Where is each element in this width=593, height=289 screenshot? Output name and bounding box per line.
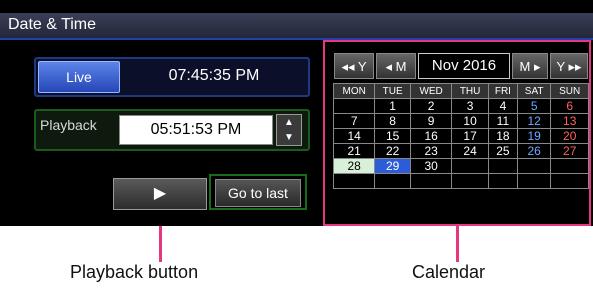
spin-down-icon[interactable]: ▼ [277,130,301,145]
calendar-empty-cell [516,173,552,189]
next-year-button[interactable]: Y ▸▸ [550,53,588,79]
calendar-week-row: 28 29 30 [332,158,589,174]
calendar-day-7[interactable]: 7 [332,113,376,129]
calendar-nav: ◂◂ Y ◂ M Nov 2016 M ▸ Y ▸▸ [334,53,588,79]
calendar-day-9[interactable]: 9 [409,113,453,129]
prev-month-button[interactable]: ◂ M [376,53,416,79]
calendar-empty-cell [451,158,489,174]
calendar-day-17[interactable]: 17 [451,128,489,144]
calendar-day-21[interactable]: 21 [332,143,376,159]
calendar-day-1[interactable]: 1 [374,98,411,114]
calendar-grid: MON TUE WED THU FRI SAT SUN 1 2 3 4 5 6 7 8 9 10 11 12 13 1… [332,83,589,189]
weekday-mon: MON [332,83,376,99]
calendar-empty-cell [409,173,453,189]
calendar-empty-cell [374,173,411,189]
weekday-header: MON TUE WED THU FRI SAT SUN [332,83,589,99]
calendar-day-5[interactable]: 5 [516,98,552,114]
calendar-week-row [332,173,589,189]
live-time-display: 07:45:35 PM [168,67,260,84]
calendar-day-19[interactable]: 19 [516,128,552,144]
calendar-day-11[interactable]: 11 [487,113,518,129]
window-title: Date & Time [8,16,97,33]
time-spinner[interactable]: ▲ ▼ [276,114,302,146]
calendar-day-29[interactable]: 29 [374,158,411,174]
calendar-day-24[interactable]: 24 [451,143,489,159]
calendar-day-3[interactable]: 3 [451,98,489,114]
calendar-day-15[interactable]: 15 [374,128,411,144]
calendar-day-18[interactable]: 18 [487,128,518,144]
date-time-panel: Date & Time Live 07:45:35 PM Playback 05… [0,0,593,226]
playback-leader-line [159,226,162,262]
calendar-day-25[interactable]: 25 [487,143,518,159]
calendar-day-28[interactable]: 28 [332,158,376,174]
calendar-week-row: 7 8 9 10 11 12 13 [332,113,589,129]
calendar-day-12[interactable]: 12 [516,113,552,129]
calendar-week-row: 123456 [332,98,589,114]
weekday-fri: FRI [487,83,518,99]
calendar-empty-cell [451,173,489,189]
calendar-empty-cell [332,173,376,189]
playback-play-button[interactable]: ▶ [113,178,207,210]
weekday-sun: SUN [550,83,589,99]
spin-up-icon[interactable]: ▲ [277,115,301,130]
calendar-leader-line [456,226,459,262]
calendar-day-23[interactable]: 23 [409,143,453,159]
weekday-thu: THU [451,83,489,99]
calendar-caption: Calendar [412,262,486,282]
calendar-week-row: 21 22 23 24 25 26 27 [332,143,589,159]
calendar-day-8[interactable]: 8 [374,113,411,129]
playback-label: Playback [40,117,97,133]
play-icon: ▶ [153,185,167,202]
calendar-day-27[interactable]: 27 [550,143,589,159]
live-button[interactable]: Live [38,61,120,93]
calendar-empty-cell [550,158,589,174]
playback-time-input[interactable]: 05:51:53 PM [119,115,273,145]
calendar-empty-cell [332,98,376,114]
prev-year-button[interactable]: ◂◂ Y [334,53,374,79]
calendar-day-20[interactable]: 20 [550,128,589,144]
calendar-empty-cell [487,173,518,189]
live-row: Live 07:45:35 PM [34,57,310,97]
next-month-button[interactable]: M ▸ [512,53,548,79]
weekday-wed: WED [409,83,453,99]
calendar-day-6[interactable]: 6 [550,98,589,114]
calendar-day-26[interactable]: 26 [516,143,552,159]
playback-row: Playback 05:51:53 PM ▲ ▼ [34,109,310,151]
calendar-day-14[interactable]: 14 [332,128,376,144]
calendar-day-2[interactable]: 2 [409,98,453,114]
title-bar: Date & Time [0,13,593,40]
calendar-empty-cell [550,173,589,189]
month-year-display: Nov 2016 [418,53,510,79]
calendar-day-13[interactable]: 13 [550,113,589,129]
calendar-empty-cell [487,158,518,174]
weekday-sat: SAT [516,83,552,99]
weekday-tue: TUE [374,83,411,99]
calendar-day-30[interactable]: 30 [409,158,453,174]
calendar-day-16[interactable]: 16 [409,128,453,144]
calendar-day-10[interactable]: 10 [451,113,489,129]
calendar-week-row: 14 15 16 17 18 19 20 [332,128,589,144]
calendar-day-4[interactable]: 4 [487,98,518,114]
calendar-day-22[interactable]: 22 [374,143,411,159]
go-to-last-frame: Go to last [209,174,307,210]
playback-button-caption: Playback button [70,262,199,282]
calendar-empty-cell [516,158,552,174]
go-to-last-button[interactable]: Go to last [215,179,301,207]
